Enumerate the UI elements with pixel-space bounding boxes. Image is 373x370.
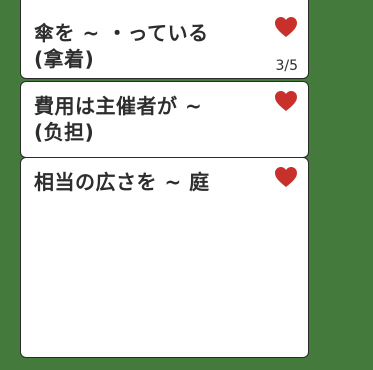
flashcard[interactable]: 傘を ~ ・っている (拿着) 3/5 <box>20 0 309 79</box>
translation-line: (拿着) <box>34 47 95 71</box>
card-counter: 3/5 <box>275 58 298 74</box>
card-phrase: 相当の広さを ~ 庭 <box>34 169 254 195</box>
card-phrase: 費用は主催者が ~ (负担) <box>34 93 254 145</box>
heart-icon[interactable] <box>274 16 298 38</box>
heart-icon[interactable] <box>274 166 298 188</box>
translation-line: (负担) <box>34 120 95 144</box>
heart-icon[interactable] <box>274 90 298 112</box>
card-phrase: 傘を ~ ・っている (拿着) <box>34 20 254 72</box>
flashcard[interactable]: 相当の広さを ~ 庭 <box>20 157 309 358</box>
phrase-line: 傘を ~ ・っている <box>34 21 209 45</box>
phrase-line: 費用は主催者が ~ <box>34 94 203 118</box>
phrase-line: 相当の広さを ~ 庭 <box>34 170 210 194</box>
flashcard[interactable]: 費用は主催者が ~ (负担) <box>20 81 309 158</box>
